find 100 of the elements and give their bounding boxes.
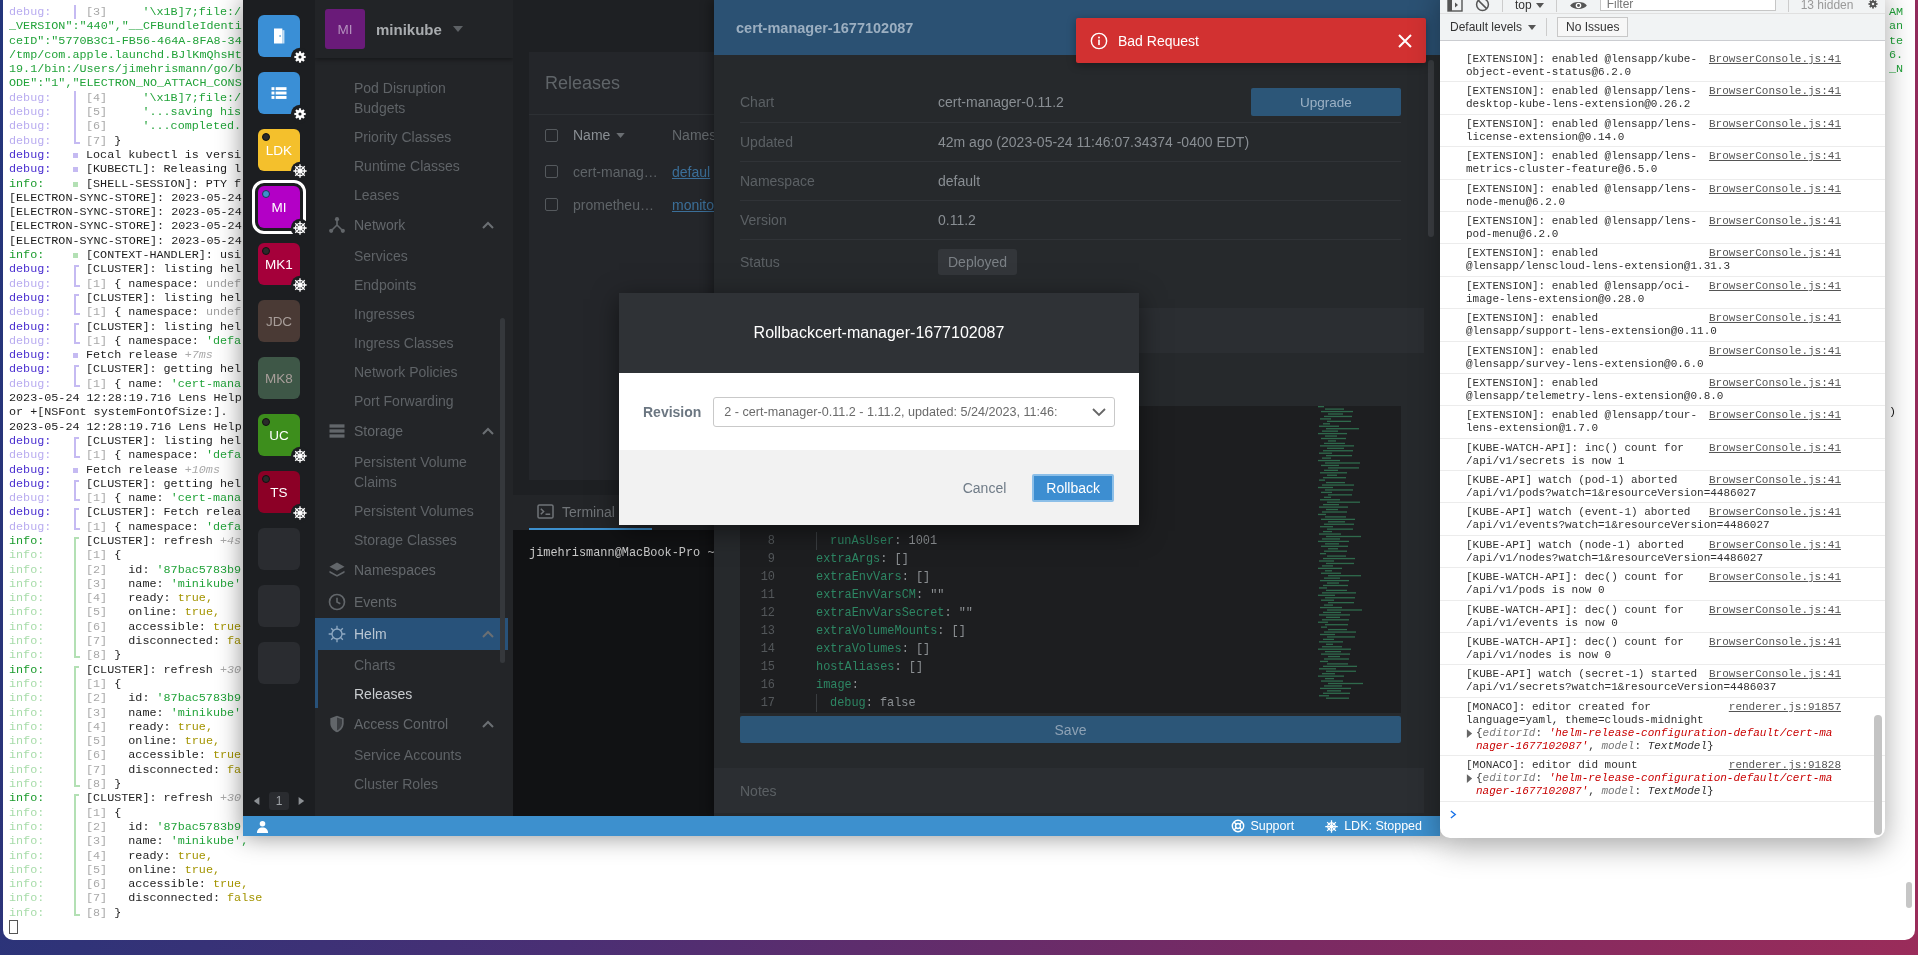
scrollbar[interactable]: [1428, 60, 1434, 237]
source-link[interactable]: BrowserConsole.js:41: [1708, 571, 1841, 585]
source-link[interactable]: renderer.js:91857: [1728, 700, 1841, 714]
levels-dropdown[interactable]: Default levels: [1450, 20, 1537, 34]
status-bar-item[interactable]: Support: [1231, 819, 1295, 833]
sidebar-item[interactable]: Network Policies: [315, 357, 513, 386]
collapsed-triangle-icon[interactable]: [1466, 728, 1473, 738]
cancel-button[interactable]: Cancel: [956, 475, 1013, 500]
sidebar-item[interactable]: Service Accounts: [315, 740, 513, 769]
scrollbar[interactable]: [1906, 882, 1912, 908]
collapsed-triangle-icon[interactable]: [1466, 774, 1473, 784]
sidebar-section[interactable]: Network: [315, 209, 508, 241]
person-icon[interactable]: [256, 819, 269, 833]
log-text: [CLUSTER]: listing hel: [86, 290, 242, 306]
cluster-avatar-button[interactable]: TS: [258, 471, 300, 513]
log-text: [7] disconnected: false: [86, 891, 263, 906]
source-link[interactable]: renderer.js:91828: [1728, 759, 1841, 773]
sidebar-item[interactable]: Persistent Volumes: [315, 496, 513, 525]
log-text: ODE":"1","ELECTRON_NO_ATTACH_CONS: [9, 76, 242, 91]
next-icon[interactable]: [297, 796, 305, 806]
hotbar-button[interactable]: [258, 15, 300, 57]
source-link[interactable]: BrowserConsole.js:41: [1708, 53, 1841, 66]
sidebar-item[interactable]: Charts: [318, 650, 513, 679]
console-message: /api/v1/events is now 0: [1466, 616, 1618, 630]
revision-dropdown[interactable]: 2 - cert-manager-0.11.2 - 1.11.2, updated: 5/24/2023, 11:46:: [713, 396, 1115, 427]
source-link[interactable]: BrowserConsole.js:41: [1708, 85, 1841, 99]
sidebar-item[interactable]: Cluster Roles: [315, 769, 513, 798]
source-link[interactable]: BrowserConsole.js:41: [1708, 441, 1841, 455]
sidebar-section[interactable]: Helm: [315, 618, 508, 650]
source-link[interactable]: BrowserConsole.js:41: [1708, 603, 1841, 617]
log-text: 6.: [1889, 47, 1905, 63]
sidebar-item[interactable]: Runtime Classes: [315, 151, 513, 180]
cluster-avatar-button[interactable]: MK8: [258, 357, 300, 399]
log-text: [5] '...saving his: [86, 105, 242, 120]
source-link[interactable]: BrowserConsole.js:41: [1708, 506, 1841, 520]
context-dropdown[interactable]: top: [1515, 0, 1544, 12]
source-link[interactable]: BrowserConsole.js:41: [1708, 636, 1841, 650]
chevron-up-icon[interactable]: [482, 427, 494, 435]
sidebar-item[interactable]: Leases: [315, 180, 513, 209]
source-link[interactable]: BrowserConsole.js:41: [1708, 668, 1841, 682]
sidebar-item[interactable]: Priority Classes: [315, 122, 513, 151]
sidebar-section[interactable]: Namespaces: [315, 554, 508, 586]
namespace-link[interactable]: defaul: [672, 163, 711, 180]
log-level-label: debug:: [9, 162, 53, 177]
previous-icon[interactable]: [253, 796, 261, 806]
chevron-up-icon[interactable]: [482, 720, 494, 728]
namespace-link[interactable]: monito: [672, 196, 715, 213]
sidebar-item[interactable]: Port Forwarding: [315, 386, 513, 415]
sidebar-item[interactable]: Pod Disruption Budgets: [315, 73, 513, 122]
sidebar-section[interactable]: Storage: [315, 415, 508, 447]
close-button[interactable]: [1398, 33, 1412, 48]
source-link[interactable]: BrowserConsole.js:41: [1708, 376, 1841, 390]
console-prompt-icon[interactable]: [1450, 809, 1457, 819]
cluster-avatar-button[interactable]: UC: [258, 414, 300, 456]
sidebar-item[interactable]: Persistent Volume Claims: [315, 447, 513, 496]
source-link[interactable]: BrowserConsole.js:41: [1708, 312, 1841, 326]
cluster-avatar-button[interactable]: JDC: [258, 300, 300, 342]
log-text: [ELECTRON-SYNC-STORE]: 2023-05-24: [9, 190, 242, 206]
checkbox[interactable]: [545, 198, 558, 211]
cluster-avatar-button[interactable]: MK1: [258, 243, 300, 285]
log-text: [5] online: true,: [86, 734, 220, 749]
checkbox[interactable]: [545, 165, 558, 178]
scrollbar[interactable]: [1874, 715, 1882, 835]
source-link[interactable]: BrowserConsole.js:41: [1708, 182, 1841, 196]
source-link[interactable]: BrowserConsole.js:41: [1708, 409, 1841, 423]
source-link[interactable]: BrowserConsole.js:41: [1708, 279, 1841, 293]
upgrade-button[interactable]: Upgrade: [1251, 88, 1401, 116]
sort-caret-icon[interactable]: [616, 132, 626, 138]
column-header[interactable]: Name: [573, 127, 611, 143]
chevron-up-icon[interactable]: [482, 221, 494, 229]
filter-field[interactable]: Filter: [1599, 0, 1776, 11]
source-link[interactable]: BrowserConsole.js:41: [1708, 538, 1841, 552]
log-text: Fetch release +10ms: [86, 462, 220, 477]
sidebar-item[interactable]: Services: [315, 241, 513, 270]
source-link[interactable]: BrowserConsole.js:41: [1708, 474, 1841, 488]
clear-console-icon[interactable]: [1475, 0, 1490, 12]
hotbar-button[interactable]: [258, 72, 300, 114]
source-link[interactable]: BrowserConsole.js:41: [1708, 247, 1841, 261]
source-link[interactable]: BrowserConsole.js:41: [1708, 117, 1841, 131]
eye-icon[interactable]: [1568, 0, 1588, 12]
sidebar-item[interactable]: Storage Classes: [315, 525, 513, 554]
log-text: [CLUSTER]: refresh +4s: [86, 534, 242, 549]
source-link[interactable]: BrowserConsole.js:41: [1708, 150, 1841, 164]
sidebar-item[interactable]: Ingresses: [315, 299, 513, 328]
sidebar-section[interactable]: Access Control: [315, 708, 508, 740]
sidebar-item[interactable]: Releases: [318, 679, 513, 708]
issues-button[interactable]: No Issues: [1557, 17, 1629, 37]
sidebar-item[interactable]: Ingress Classes: [315, 328, 513, 357]
source-link[interactable]: BrowserConsole.js:41: [1708, 344, 1841, 358]
caret-down-icon[interactable]: [452, 26, 463, 32]
sidebar-item[interactable]: Endpoints: [315, 270, 513, 299]
rollback-button[interactable]: Rollback: [1032, 473, 1114, 502]
sidebar-toggle-icon[interactable]: [1447, 0, 1463, 12]
checkbox[interactable]: [545, 128, 558, 142]
chevron-up-icon[interactable]: [482, 630, 494, 638]
scrollbar[interactable]: [500, 318, 505, 663]
sidebar-section[interactable]: Events: [315, 586, 508, 618]
source-link[interactable]: BrowserConsole.js:41: [1708, 214, 1841, 228]
save-button[interactable]: Save: [740, 716, 1401, 743]
status-bar-item[interactable]: LDK: Stopped: [1324, 818, 1422, 834]
